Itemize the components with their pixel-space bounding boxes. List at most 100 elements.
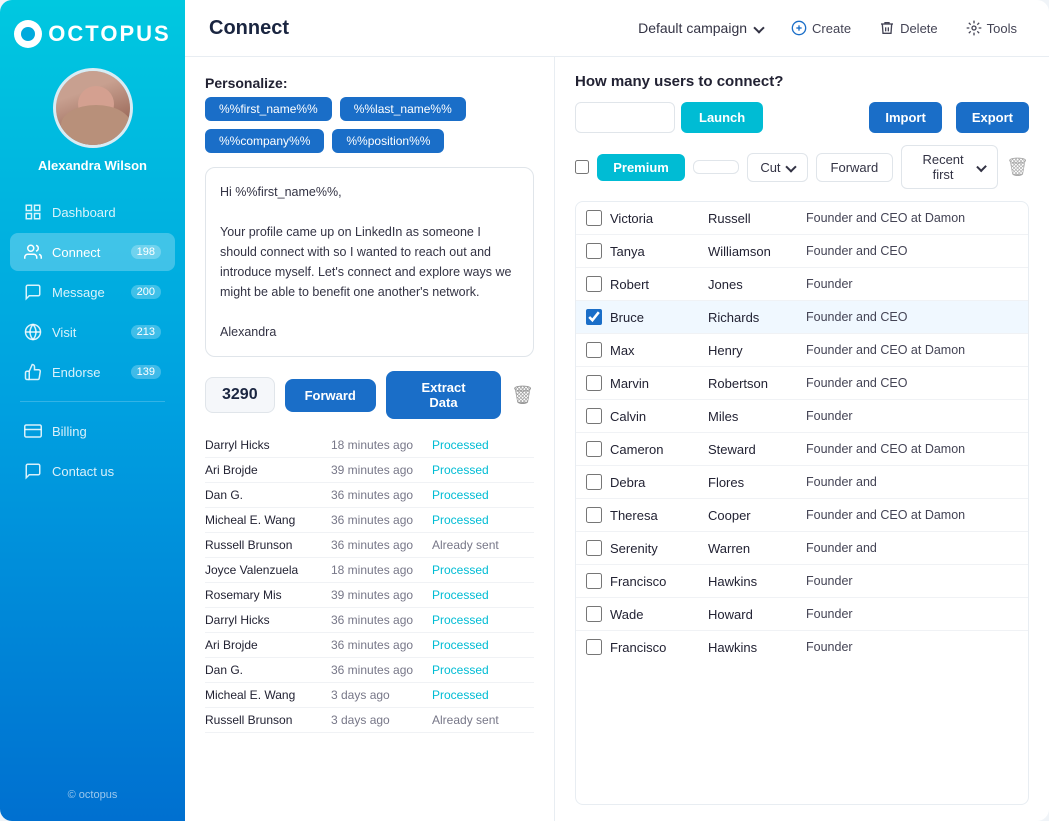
row-last-name: Jones: [708, 277, 798, 292]
log-name: Darryl Hicks: [205, 438, 325, 452]
topbar: Connect Default campaign Create Delete T…: [185, 0, 1049, 57]
row-checkbox[interactable]: [586, 375, 602, 391]
nav-divider: [20, 401, 165, 402]
row-checkbox[interactable]: [586, 210, 602, 226]
log-item: Darryl Hicks 36 minutes ago Processed: [205, 608, 534, 633]
forward-filter-button[interactable]: Forward: [816, 153, 894, 182]
cut-input[interactable]: [693, 160, 739, 174]
row-checkbox[interactable]: [586, 573, 602, 589]
log-item: Darryl Hicks 18 minutes ago Processed: [205, 433, 534, 458]
tag-position[interactable]: %%position%%: [332, 129, 444, 153]
log-time: 18 minutes ago: [331, 563, 426, 577]
row-checkbox[interactable]: [586, 441, 602, 457]
row-last-name: Hawkins: [708, 640, 798, 655]
extract-data-button[interactable]: Extract Data: [386, 371, 501, 419]
delete-log-button[interactable]: 🗑: [511, 385, 534, 406]
row-title: Founder: [806, 409, 1018, 423]
sidebar-item-visit[interactable]: Visit 213: [10, 313, 175, 351]
log-time: 36 minutes ago: [331, 513, 426, 527]
create-button[interactable]: Create: [783, 16, 859, 40]
forward-button[interactable]: Forward: [285, 379, 376, 412]
tools-label: Tools: [987, 21, 1017, 36]
row-title: Founder and CEO at Damon: [806, 442, 1018, 456]
row-title: Founder and CEO at Damon: [806, 508, 1018, 522]
table-row: Serenity Warren Founder and: [576, 532, 1028, 565]
premium-filter-button[interactable]: Premium: [597, 154, 685, 181]
delete-button[interactable]: Delete: [871, 16, 946, 40]
sidebar-item-dashboard[interactable]: Dashboard: [10, 193, 175, 231]
log-item: Russell Brunson 3 days ago Already sent: [205, 708, 534, 733]
tag-first-name[interactable]: %%first_name%%: [205, 97, 332, 121]
row-checkbox[interactable]: [586, 408, 602, 424]
content-area: Personalize: %%first_name%% %%last_name%…: [185, 57, 1049, 821]
clear-table-button[interactable]: 🗑: [1006, 157, 1029, 178]
avatar-image: [56, 71, 130, 145]
row-last-name: Hawkins: [708, 574, 798, 589]
recent-sort-button[interactable]: Recent first: [901, 145, 998, 189]
row-first-name: Max: [610, 343, 700, 358]
row-checkbox[interactable]: [586, 276, 602, 292]
row-checkbox[interactable]: [586, 639, 602, 655]
row-last-name: Henry: [708, 343, 798, 358]
cut-button[interactable]: Cut: [747, 153, 807, 182]
export-button[interactable]: Export: [956, 102, 1029, 133]
log-name: Ari Brojde: [205, 463, 325, 477]
sidebar-item-billing[interactable]: Billing: [10, 412, 175, 450]
row-title: Founder: [806, 277, 1018, 291]
row-first-name: Cameron: [610, 442, 700, 457]
tag-last-name[interactable]: %%last_name%%: [340, 97, 466, 121]
dashboard-icon: [24, 203, 42, 221]
row-title: Founder and CEO at Damon: [806, 211, 1018, 225]
row-last-name: Miles: [708, 409, 798, 424]
sidebar-item-label: Endorse: [52, 365, 100, 380]
table-row: Wade Howard Founder: [576, 598, 1028, 631]
sidebar-item-contact[interactable]: Contact us: [10, 452, 175, 490]
stats-row: 3290 Forward Extract Data 🗑: [205, 371, 534, 419]
sidebar-item-connect[interactable]: Connect 198: [10, 233, 175, 271]
main-content: Connect Default campaign Create Delete T…: [185, 0, 1049, 821]
user-count-input[interactable]: [575, 102, 675, 133]
sidebar-item-label: Visit: [52, 325, 76, 340]
connect-controls: Launch Import Export: [575, 102, 1029, 133]
campaign-selector[interactable]: Default campaign: [638, 20, 763, 36]
log-name: Ari Brojde: [205, 638, 325, 652]
table-row: Francisco Hawkins Founder: [576, 565, 1028, 598]
launch-button[interactable]: Launch: [681, 102, 763, 133]
import-button[interactable]: Import: [869, 102, 941, 133]
log-status: Processed: [432, 663, 489, 677]
sidebar-item-message[interactable]: Message 200: [10, 273, 175, 311]
row-checkbox[interactable]: [586, 243, 602, 259]
row-checkbox[interactable]: [586, 606, 602, 622]
row-checkbox[interactable]: [586, 309, 602, 325]
message-badge: 200: [131, 285, 161, 299]
sidebar-item-label: Message: [52, 285, 105, 300]
log-status: Already sent: [432, 713, 499, 727]
row-checkbox[interactable]: [586, 540, 602, 556]
row-last-name: Cooper: [708, 508, 798, 523]
row-title: Founder and CEO at Damon: [806, 343, 1018, 357]
row-checkbox[interactable]: [586, 474, 602, 490]
row-checkbox[interactable]: [586, 507, 602, 523]
connect-badge: 198: [131, 245, 161, 259]
personalize-tags: %%first_name%% %%last_name%% %%company%%…: [205, 97, 534, 153]
activity-log: Darryl Hicks 18 minutes ago Processed Ar…: [205, 433, 534, 803]
log-name: Darryl Hicks: [205, 613, 325, 627]
message-editor[interactable]: Hi %%first_name%%, Your profile came up …: [205, 167, 534, 357]
row-first-name: Francisco: [610, 640, 700, 655]
select-all-checkbox[interactable]: [575, 159, 589, 175]
sidebar-item-endorse[interactable]: Endorse 139: [10, 353, 175, 391]
row-last-name: Howard: [708, 607, 798, 622]
log-time: 36 minutes ago: [331, 613, 426, 627]
campaign-name: Default campaign: [638, 20, 747, 36]
sidebar: OCTOPUS Alexandra Wilson Dashboard Conne…: [0, 0, 185, 821]
table-controls: Premium Cut Forward Recent first 🗑: [575, 145, 1029, 189]
row-checkbox[interactable]: [586, 342, 602, 358]
page-title: Connect: [209, 17, 638, 40]
log-time: 36 minutes ago: [331, 663, 426, 677]
row-first-name: Wade: [610, 607, 700, 622]
log-time: 36 minutes ago: [331, 538, 426, 552]
log-item: Rosemary Mis 39 minutes ago Processed: [205, 583, 534, 608]
contact-icon: [24, 462, 42, 480]
tools-button[interactable]: Tools: [958, 16, 1025, 40]
tag-company[interactable]: %%company%%: [205, 129, 324, 153]
